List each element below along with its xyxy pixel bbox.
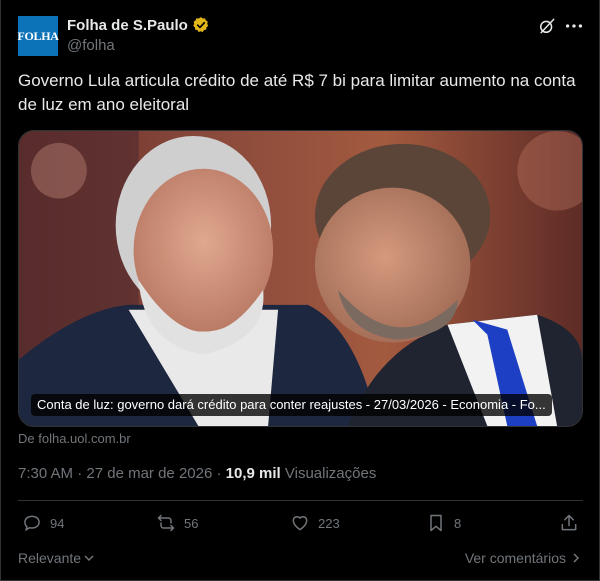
divider xyxy=(18,500,583,501)
meta-separator: · xyxy=(216,465,222,482)
author-name-row: Folha de S.Paulo xyxy=(67,16,210,34)
card-photo xyxy=(19,131,582,426)
sort-replies-dropdown[interactable]: Relevante xyxy=(18,550,95,566)
more-options-icon[interactable] xyxy=(563,16,585,36)
repost-icon xyxy=(157,514,175,532)
link-card[interactable]: Conta de luz: governo dará crédito para … xyxy=(18,130,583,427)
action-bar: 94 56 223 8 xyxy=(18,513,583,539)
avatar-logo-text: FOLHA xyxy=(17,28,59,43)
tweet-date[interactable]: 27 de mar de 2026 xyxy=(86,465,212,482)
tweet-text: Governo Lula articula crédito de até R$ … xyxy=(18,71,576,114)
card-caption: Conta de luz: governo dará crédito para … xyxy=(31,394,552,416)
view-replies-label: Ver comentários xyxy=(464,550,566,566)
avatar[interactable]: FOLHA xyxy=(17,16,59,56)
tweet-post: FOLHA Folha de S.Paulo @folha Governo Lu… xyxy=(0,0,600,581)
card-source[interactable]: De folha.uol.com.br xyxy=(18,431,131,446)
like-count: 223 xyxy=(318,515,340,531)
chevron-right-icon xyxy=(573,553,580,563)
meta-separator: · xyxy=(77,465,83,482)
repost-count: 56 xyxy=(184,515,199,531)
reply-button[interactable]: 94 xyxy=(22,513,64,533)
share-button[interactable] xyxy=(559,513,579,533)
like-button[interactable]: 223 xyxy=(290,513,340,533)
repost-button[interactable]: 56 xyxy=(156,513,198,533)
bookmark-button[interactable]: 8 xyxy=(426,513,461,533)
views-label: Visualizações xyxy=(284,465,377,482)
tweet-meta: 7:30 AM · 27 de mar de 2026 · 10,9 mil V… xyxy=(18,465,376,482)
author-display-name[interactable]: Folha de S.Paulo xyxy=(67,17,188,34)
tweet-time[interactable]: 7:30 AM xyxy=(18,465,73,482)
view-replies-link[interactable]: Ver comentários xyxy=(465,550,582,566)
author-handle[interactable]: @folha xyxy=(67,37,115,54)
chevron-down-icon xyxy=(84,555,94,562)
reply-icon xyxy=(24,515,40,532)
sort-label: Relevante xyxy=(18,550,82,566)
bookmark-icon xyxy=(430,514,442,532)
bookmark-count: 8 xyxy=(454,515,462,531)
reply-count: 94 xyxy=(50,515,65,531)
grok-icon[interactable] xyxy=(537,16,557,36)
views-count: 10,9 mil xyxy=(225,465,281,482)
heart-icon xyxy=(292,516,308,531)
share-icon xyxy=(561,514,577,531)
verified-gold-icon xyxy=(193,17,208,32)
